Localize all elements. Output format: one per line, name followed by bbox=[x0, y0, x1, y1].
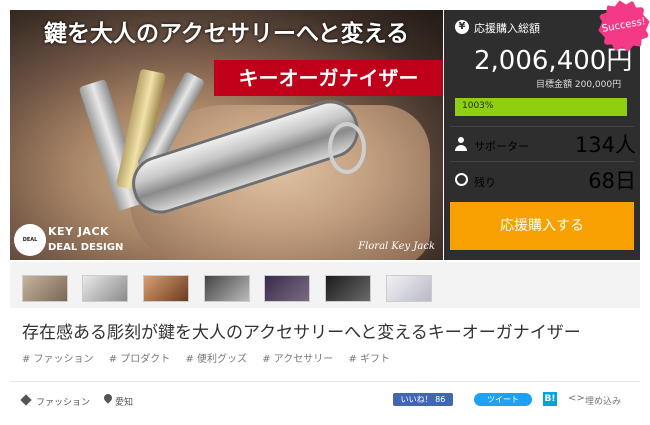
project-title: 存在感ある彫刻が鍵を大人のアクセサリーへと変えるキーオーガナイザー bbox=[22, 323, 581, 343]
thumbnail-7[interactable] bbox=[386, 275, 432, 302]
supporter-icon bbox=[455, 137, 467, 151]
remaining-label: 残り bbox=[474, 176, 496, 189]
progress-percent: 1003% bbox=[462, 101, 494, 111]
hero-ribbon-text: キーオーガナイザー bbox=[214, 60, 443, 96]
thumbnail-3[interactable] bbox=[143, 275, 189, 302]
embed-code-icon[interactable]: <> bbox=[568, 393, 585, 404]
location-pin-icon bbox=[102, 392, 114, 404]
thumbnail-6[interactable] bbox=[325, 275, 371, 302]
facebook-like-button[interactable]: いいね！ 86 bbox=[393, 393, 453, 406]
remaining-days: 68日 bbox=[588, 169, 636, 193]
category-link[interactable]: ファッション bbox=[36, 395, 90, 408]
hero-caption: Floral Key Jack bbox=[358, 241, 435, 252]
panel-divider bbox=[450, 126, 634, 127]
hatena-bookmark-button[interactable]: B! bbox=[543, 392, 557, 406]
brand-deal-design: DEAL DESIGN bbox=[48, 242, 124, 253]
goal-amount: 目標金額 200,000円 bbox=[536, 80, 622, 90]
brand-key-jack: KEY JACK bbox=[48, 225, 110, 238]
tag-accessory[interactable]: # アクセサリー bbox=[262, 354, 333, 365]
tweet-button[interactable]: ツイート bbox=[474, 393, 532, 406]
key-ring bbox=[328, 122, 366, 174]
funding-amount: 2,006,400円 bbox=[474, 46, 633, 76]
supporters-label: サポーター bbox=[474, 140, 529, 153]
support-purchase-button[interactable]: 応援購入する bbox=[450, 202, 634, 250]
footer-divider bbox=[10, 381, 640, 382]
supporters-count: 134人 bbox=[574, 133, 636, 157]
tag-icon bbox=[20, 394, 32, 406]
clock-icon bbox=[455, 173, 468, 186]
total-label: 応援購入総額 bbox=[474, 22, 540, 35]
yen-icon: ¥ bbox=[455, 20, 469, 34]
thumbnail-5[interactable] bbox=[264, 275, 310, 302]
project-hero-image[interactable]: 鍵を大人のアクセサリーへと変える キーオーガナイザー DEAL DESIGN K… bbox=[10, 10, 443, 260]
thumbnail-4[interactable] bbox=[204, 275, 250, 302]
hero-headline: 鍵を大人のアクセサリーへと変える bbox=[43, 20, 409, 47]
location-link[interactable]: 愛知 bbox=[115, 395, 133, 408]
tag-goods[interactable]: # 便利グッズ bbox=[186, 354, 248, 365]
tag-gift[interactable]: # ギフト bbox=[349, 354, 391, 365]
thumbnail-1[interactable] bbox=[22, 275, 68, 302]
embed-label[interactable]: 埋め込み bbox=[585, 394, 621, 407]
tag-product[interactable]: # プロダクト bbox=[109, 354, 171, 365]
tag-fashion[interactable]: # ファッション bbox=[22, 354, 94, 365]
thumbnail-2[interactable] bbox=[82, 275, 128, 302]
panel-divider bbox=[450, 161, 634, 162]
deal-design-logo: DEAL DESIGN bbox=[14, 224, 46, 256]
tag-list: # ファッション # プロダクト # 便利グッズ # アクセサリー # ギフト bbox=[22, 350, 402, 365]
